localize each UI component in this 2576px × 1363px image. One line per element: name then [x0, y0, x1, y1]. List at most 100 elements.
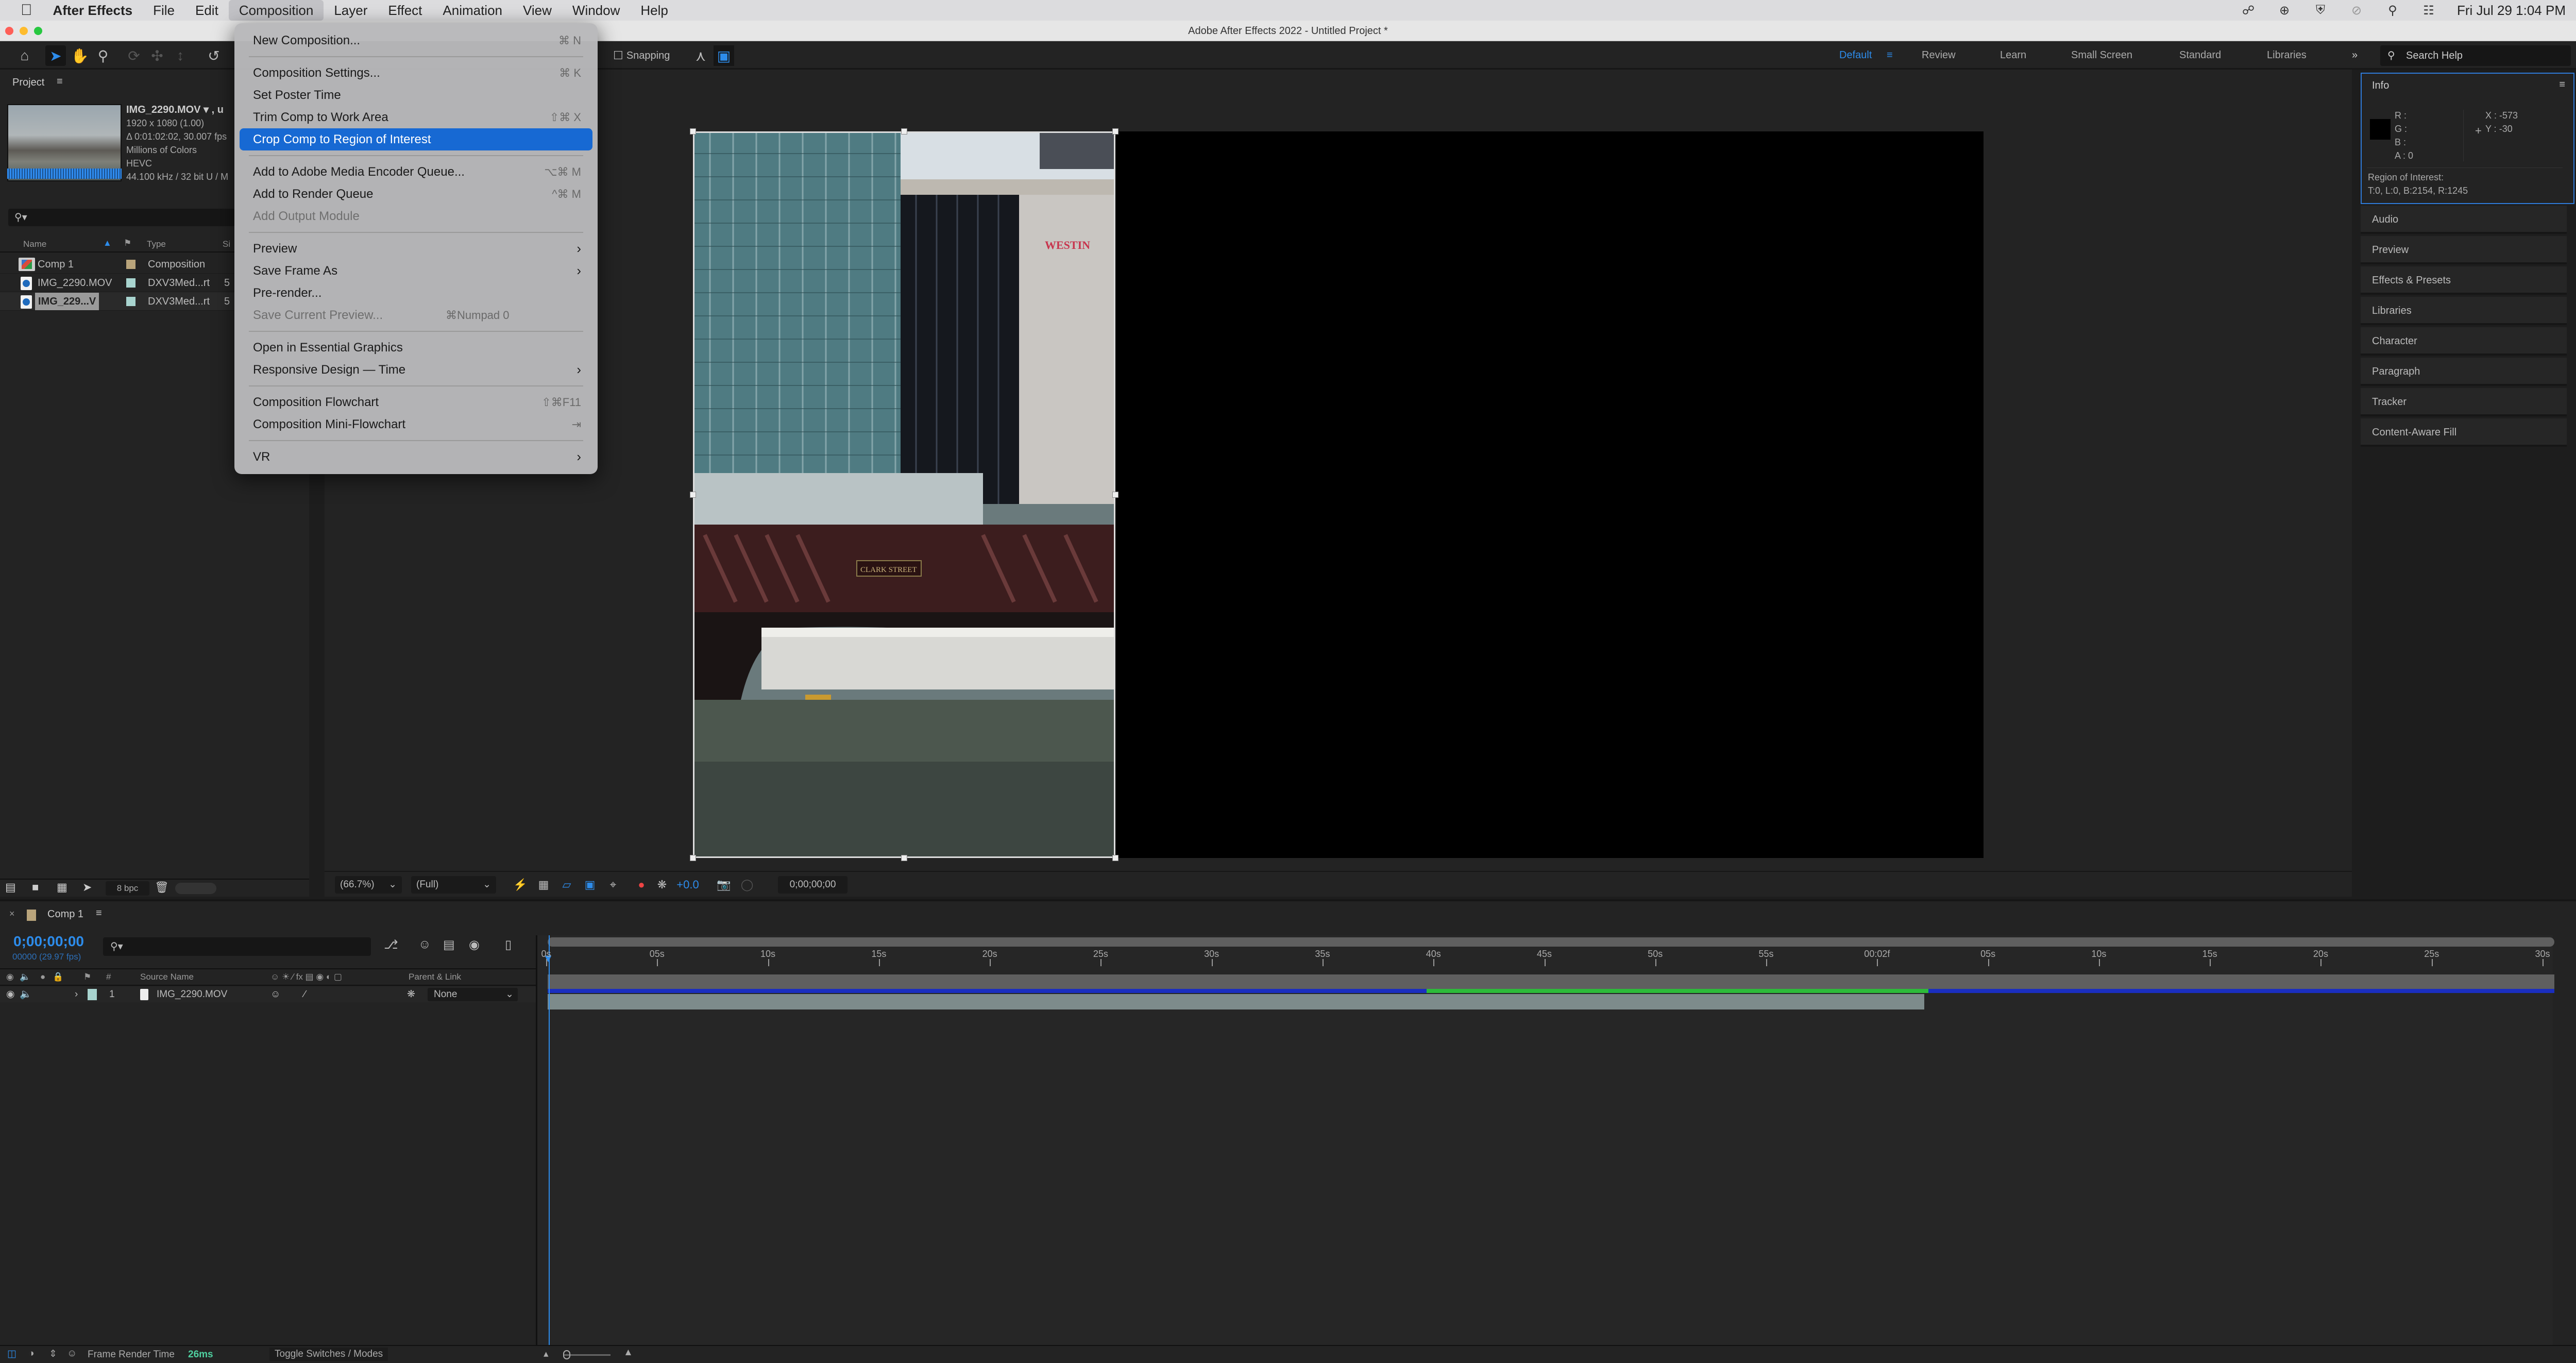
menu-effect[interactable]: Effect [378, 0, 432, 21]
column-source-name[interactable]: Source Name [140, 969, 194, 985]
zoom-window-button[interactable] [34, 27, 42, 35]
shield-icon[interactable]: ⛨ [2313, 3, 2328, 18]
menu-item-composition-mini-flowchart[interactable]: Composition Mini-Flowchart ⇥ [240, 413, 592, 435]
toggle-switches-modes-button[interactable]: Toggle Switches / Modes [269, 1348, 388, 1361]
label-color-chip[interactable] [126, 260, 135, 269]
exposure-value[interactable]: +0.0 [675, 877, 701, 893]
panel-audio[interactable]: Audio [2361, 206, 2567, 234]
layer-row[interactable]: ◉ 🔈 › 1 IMG_2290.MOV ☺ ∕ ❋ None ⌄ [0, 987, 536, 1002]
audio-toggle-icon[interactable]: 🔈 [20, 987, 32, 1002]
workspace-default[interactable]: Default [1839, 41, 1872, 70]
video-toggle-icon[interactable]: ◉ [6, 969, 14, 985]
panel-menu-icon[interactable]: ≡ [57, 76, 63, 88]
app-menu[interactable]: After Effects [43, 0, 143, 21]
resolution-dropdown[interactable]: (Full) ⌄ [411, 876, 496, 894]
menu-item-responsive-design-time[interactable]: Responsive Design — Time › [240, 359, 592, 381]
menu-item-preview[interactable]: Preview › [240, 238, 592, 260]
motion-blur-icon[interactable]: ◉ [469, 937, 480, 952]
video-toggle-icon[interactable]: ◉ [6, 987, 15, 1002]
region-of-interest-icon[interactable]: ▣ [582, 877, 598, 893]
in-out-pane-icon[interactable]: ⇕ [49, 1348, 57, 1360]
hand-tool-icon[interactable]: ✋ [70, 45, 90, 66]
project-item-img-229-selected[interactable]: IMG_229...V DXV3Med...rt 5 [0, 292, 234, 311]
pick-whip-icon[interactable]: ❋ [407, 987, 415, 1002]
rotate-tool-icon[interactable]: ↺ [204, 45, 224, 66]
panel-tracker[interactable]: Tracker [2361, 388, 2567, 416]
menu-item-composition-flowchart[interactable]: Composition Flowchart ⇧⌘F11 [240, 391, 592, 413]
label-column-icon[interactable]: ⚑ [83, 969, 91, 985]
more-workspaces-icon[interactable]: » [2352, 41, 2358, 70]
render-time-pane-icon[interactable]: ☺ [67, 1348, 77, 1359]
zoom-tool-icon[interactable]: ⚲ [93, 45, 113, 66]
shy-switch-icon[interactable]: ☺ [270, 987, 280, 1002]
minimize-window-button[interactable] [20, 27, 28, 35]
trash-icon[interactable]: 🗑 [155, 881, 169, 894]
panel-paragraph[interactable]: Paragraph [2361, 358, 2567, 386]
fast-previews-icon[interactable]: ⚡ [513, 877, 528, 893]
snapshot-camera-icon[interactable]: 📷 [716, 877, 732, 893]
channel-icon[interactable]: ● [634, 877, 649, 893]
workspace-review[interactable]: Review [1922, 41, 1956, 70]
snap-features-icon[interactable]: ▣ [714, 45, 734, 66]
menu-item-add-to-adobe-media-encoder-queue[interactable]: Add to Adobe Media Encoder Queue... ⌥⌘ M [240, 161, 592, 183]
menu-composition[interactable]: Composition [228, 0, 324, 21]
creative-cloud-icon[interactable]: ☍ [2241, 3, 2256, 18]
orbit-camera-tool-icon[interactable]: ⟳ [124, 45, 144, 66]
project-search-input[interactable]: ⚲▾ [8, 209, 235, 226]
layer-handle-bottom-center[interactable] [901, 855, 907, 861]
frame-blending-icon[interactable]: ▤ [443, 937, 455, 952]
shy-layers-icon[interactable]: ☺ [418, 937, 431, 952]
layer-switches-pane-icon[interactable]: ◫ [7, 1348, 16, 1360]
menu-item-vr[interactable]: VR › [240, 446, 592, 468]
apple-menu-icon[interactable]:  [0, 2, 43, 19]
grid-guides-icon[interactable]: ⌖ [605, 877, 621, 893]
column-type[interactable]: Type [147, 239, 166, 249]
workspace-menu-icon[interactable]: ≡ [1887, 41, 1893, 70]
close-tab-icon[interactable]: × [9, 908, 15, 919]
home-icon[interactable]: ⌂ [14, 45, 35, 66]
layer-name[interactable]: IMG_2290.MOV [157, 987, 227, 1002]
panel-menu-icon[interactable]: ≡ [96, 907, 102, 919]
menu-item-open-in-essential-graphics[interactable]: Open in Essential Graphics [240, 336, 592, 359]
menu-item-set-poster-time[interactable]: Set Poster Time [240, 84, 592, 106]
control-center-icon[interactable]: ☷ [2421, 3, 2436, 18]
column-parent-link[interactable]: Parent & Link [409, 969, 461, 985]
clock[interactable]: Fri Jul 29 1:04 PM [2457, 3, 2566, 19]
menu-file[interactable]: File [143, 0, 185, 21]
lock-toggle-icon[interactable]: 🔒 [53, 969, 63, 985]
graph-editor-icon[interactable]: ▯ [505, 937, 512, 952]
parent-dropdown[interactable]: None ⌄ [428, 988, 518, 1001]
solo-toggle-icon[interactable]: ● [40, 969, 45, 985]
panel-libraries[interactable]: Libraries [2361, 297, 2567, 325]
menu-item-crop-comp-to-region-of-interest[interactable]: Crop Comp to Region of Interest [240, 128, 592, 150]
dolly-camera-tool-icon[interactable]: ↕ [170, 45, 191, 66]
video-layer-preview[interactable]: WESTIN CLARK STREET [693, 131, 1115, 858]
timeline-zoom-slider-handle[interactable] [563, 1350, 570, 1359]
workspace-small-screen[interactable]: Small Screen [2071, 41, 2132, 70]
label-color-chip[interactable] [126, 297, 135, 306]
menu-layer[interactable]: Layer [324, 0, 378, 21]
audio-toggle-icon[interactable]: 🔈 [20, 969, 30, 985]
thumbnail-transparency-toggle[interactable] [175, 883, 216, 894]
viewer-timecode[interactable]: 0;00;00;00 [778, 876, 848, 894]
panel-effects-presets[interactable]: Effects & Presets [2361, 266, 2567, 295]
timeline-tab[interactable]: Comp 1 [47, 908, 83, 920]
search-help-input[interactable]: ⚲ Search Help [2380, 45, 2571, 66]
snap-edges-icon[interactable]: ⋏ [690, 45, 711, 66]
menu-item-new-composition[interactable]: New Composition... ⌘ N [240, 29, 592, 52]
close-window-button[interactable] [5, 27, 13, 35]
layer-label-chip[interactable] [88, 989, 97, 1000]
project-item-img-2290[interactable]: IMG_2290.MOV DXV3Med...rt 5 [0, 274, 234, 292]
menu-item-trim-comp-to-work-area[interactable]: Trim Comp to Work Area ⇧⌘ X [240, 106, 592, 128]
menu-animation[interactable]: Animation [432, 0, 513, 21]
menu-help[interactable]: Help [630, 0, 678, 21]
exposure-reset-icon[interactable]: ❋ [654, 877, 670, 893]
selection-tool-icon[interactable]: ➤ [45, 45, 66, 66]
menu-item-add-to-render-queue[interactable]: Add to Render Queue ^⌘ M [240, 183, 592, 205]
workspace-standard[interactable]: Standard [2179, 41, 2221, 70]
show-snapshot-icon[interactable]: ◯ [739, 877, 755, 893]
comp-mini-flowchart-icon[interactable]: ⎇ [384, 937, 398, 952]
panel-menu-icon[interactable]: ≡ [2559, 79, 2565, 91]
sort-ascending-icon[interactable]: ▲ [103, 238, 112, 248]
zoom-in-icon[interactable]: ▲ [623, 1347, 633, 1358]
